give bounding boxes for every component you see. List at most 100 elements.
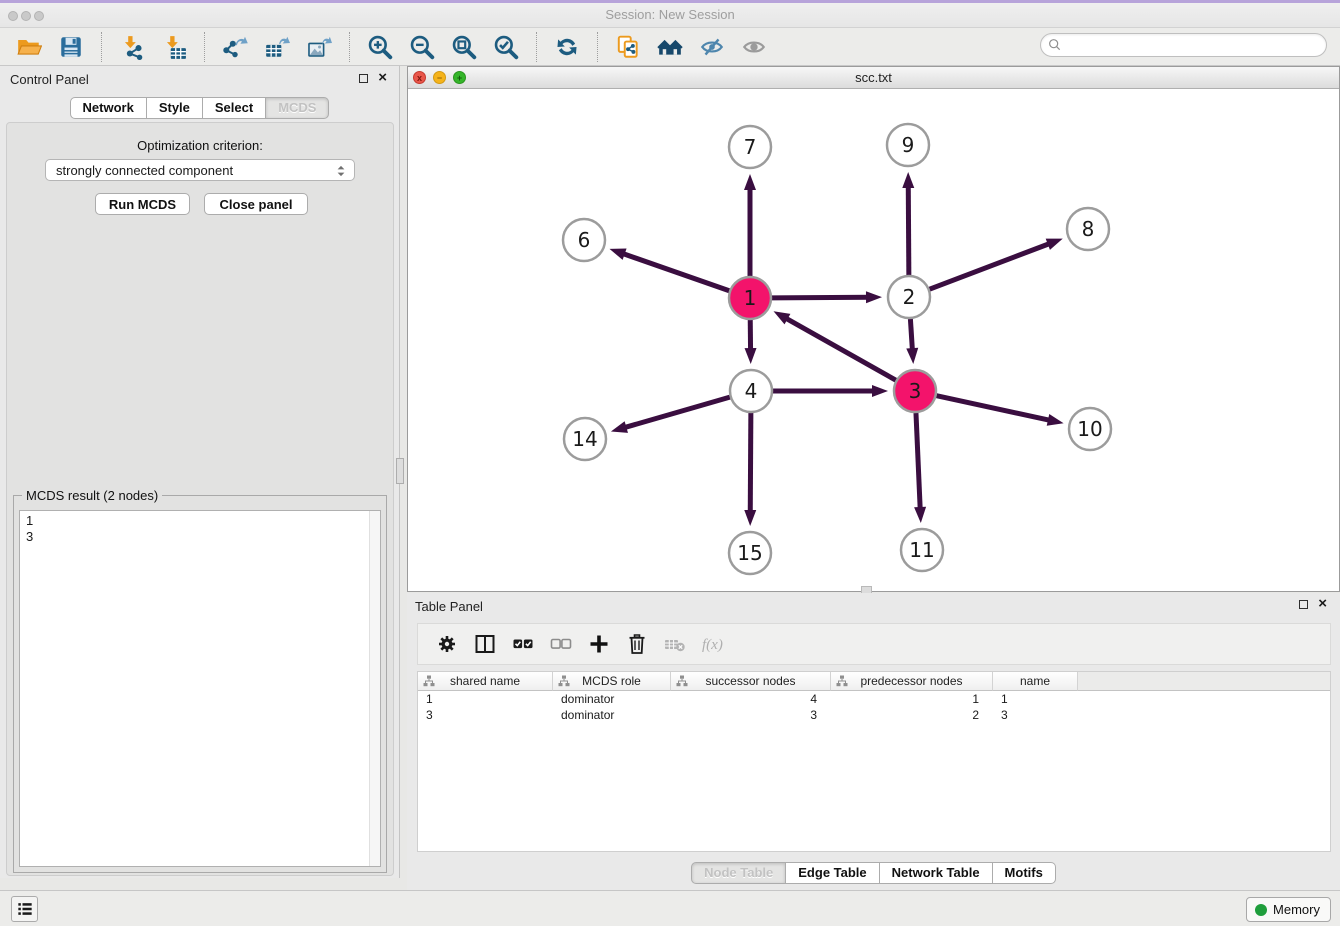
deselect-all-icon[interactable] xyxy=(548,631,574,657)
node-label: 9 xyxy=(902,133,915,157)
tab-style[interactable]: Style xyxy=(147,97,203,119)
export-network-icon[interactable] xyxy=(220,32,250,62)
control-panel-title: Control Panel xyxy=(10,72,89,87)
columns-icon[interactable] xyxy=(472,631,498,657)
open-session-icon[interactable] xyxy=(14,32,44,62)
edge-4-3[interactable] xyxy=(773,385,888,397)
show-details-icon[interactable] xyxy=(739,32,769,62)
edge-2-3[interactable] xyxy=(906,319,918,364)
mcds-result-line: 3 xyxy=(26,529,362,545)
table-cell[interactable]: dominator xyxy=(553,707,671,723)
edge-line xyxy=(772,297,871,298)
node-label: 14 xyxy=(572,427,597,451)
clone-network-icon[interactable] xyxy=(613,32,643,62)
home-icon[interactable] xyxy=(655,32,685,62)
network-canvas[interactable]: 1 2 3 4 6 7 8 9 10 11 14 15 xyxy=(408,89,1339,591)
tab-select[interactable]: Select xyxy=(203,97,266,119)
table-row[interactable]: 3dominator323 xyxy=(418,707,1330,723)
node-9[interactable]: 9 xyxy=(887,124,929,166)
tab-node-table[interactable]: Node Table xyxy=(691,862,786,884)
list-icon xyxy=(15,899,35,919)
zoom-fit-icon[interactable] xyxy=(449,32,479,62)
edge-1-7[interactable] xyxy=(744,174,756,276)
apply-layout-icon[interactable] xyxy=(552,32,582,62)
table-cell[interactable]: 1 xyxy=(418,691,553,707)
run-mcds-button[interactable]: Run MCDS xyxy=(95,193,190,215)
edge-2-8[interactable] xyxy=(930,239,1063,290)
add-row-icon[interactable] xyxy=(586,631,612,657)
edge-3-11[interactable] xyxy=(914,413,926,523)
column-header-predecessor-nodes[interactable]: predecessor nodes xyxy=(831,672,993,691)
table-cell[interactable]: 4 xyxy=(671,691,831,707)
tab-network-table[interactable]: Network Table xyxy=(880,862,993,884)
zoom-out-icon[interactable] xyxy=(407,32,437,62)
table-cell[interactable]: 2 xyxy=(831,707,993,723)
mcds-result-scrollbar[interactable] xyxy=(369,511,380,866)
toolbar-separator xyxy=(536,32,537,62)
export-image-icon[interactable] xyxy=(304,32,334,62)
table-row[interactable]: 1dominator411 xyxy=(418,691,1330,707)
node-15[interactable]: 15 xyxy=(729,532,771,574)
mcds-result-textarea[interactable]: 13 xyxy=(19,510,381,867)
node-1[interactable]: 1 xyxy=(729,277,771,319)
edge-arrowhead xyxy=(774,311,791,324)
edge-3-10[interactable] xyxy=(936,396,1063,426)
search-input[interactable] xyxy=(1063,35,1326,55)
node-11[interactable]: 11 xyxy=(901,529,943,571)
gear-icon[interactable] xyxy=(434,631,460,657)
node-4[interactable]: 4 xyxy=(730,370,772,412)
tab-edge-table[interactable]: Edge Table xyxy=(786,862,879,884)
save-session-icon[interactable] xyxy=(56,32,86,62)
close-panel-button[interactable]: Close panel xyxy=(204,193,308,215)
zoom-in-icon[interactable] xyxy=(365,32,395,62)
edge-3-1[interactable] xyxy=(774,311,896,380)
table-cell[interactable]: 3 xyxy=(993,707,1078,723)
export-table-icon[interactable] xyxy=(262,32,292,62)
edge-1-6[interactable] xyxy=(609,249,729,291)
node-14[interactable]: 14 xyxy=(564,418,606,460)
edge-line xyxy=(916,413,920,512)
edge-1-4[interactable] xyxy=(745,320,757,364)
column-header-successor-nodes[interactable]: successor nodes xyxy=(671,672,831,691)
delete-row-icon[interactable] xyxy=(624,631,650,657)
table-cell[interactable]: 3 xyxy=(418,707,553,723)
tab-network[interactable]: Network xyxy=(70,97,147,119)
import-table-icon[interactable] xyxy=(159,32,189,62)
control-panel-float-icon[interactable] xyxy=(359,74,368,83)
table-panel-close-icon[interactable]: × xyxy=(1318,594,1327,614)
tab-mcds[interactable]: MCDS xyxy=(266,97,329,119)
tree-icon xyxy=(836,675,848,687)
zoom-selected-icon[interactable] xyxy=(491,32,521,62)
column-header-name[interactable]: name xyxy=(993,672,1078,691)
hide-details-icon[interactable] xyxy=(697,32,727,62)
tab-motifs[interactable]: Motifs xyxy=(993,862,1056,884)
optimization-criterion-select[interactable]: strongly connected component xyxy=(45,159,355,181)
edge-line xyxy=(930,242,1053,289)
edge-2-9[interactable] xyxy=(902,172,914,275)
column-header-shared-name[interactable]: shared name xyxy=(418,672,553,691)
edge-4-15[interactable] xyxy=(744,413,756,526)
edge-arrowhead xyxy=(744,174,756,190)
memory-button[interactable]: Memory xyxy=(1246,897,1331,922)
node-7[interactable]: 7 xyxy=(729,126,771,168)
select-all-icon[interactable] xyxy=(510,631,536,657)
search-box[interactable] xyxy=(1040,33,1327,57)
table-cell[interactable]: 1 xyxy=(993,691,1078,707)
node-3[interactable]: 3 xyxy=(894,370,936,412)
table-panel-float-icon[interactable] xyxy=(1299,600,1308,609)
import-network-icon[interactable] xyxy=(117,32,147,62)
splitpane-divider-handle[interactable] xyxy=(396,458,404,484)
table-cell[interactable]: dominator xyxy=(553,691,671,707)
control-panel-close-icon[interactable]: × xyxy=(378,68,387,88)
node-8[interactable]: 8 xyxy=(1067,208,1109,250)
edge-4-14[interactable] xyxy=(611,397,730,433)
table-cell[interactable]: 3 xyxy=(671,707,831,723)
node-6[interactable]: 6 xyxy=(563,219,605,261)
edge-1-2[interactable] xyxy=(772,291,882,303)
column-header-MCDS-role[interactable]: MCDS role xyxy=(553,672,671,691)
node-2[interactable]: 2 xyxy=(888,276,930,318)
node-label: 11 xyxy=(909,538,934,562)
node-10[interactable]: 10 xyxy=(1069,408,1111,450)
task-history-button[interactable] xyxy=(11,896,38,922)
table-cell[interactable]: 1 xyxy=(831,691,993,707)
